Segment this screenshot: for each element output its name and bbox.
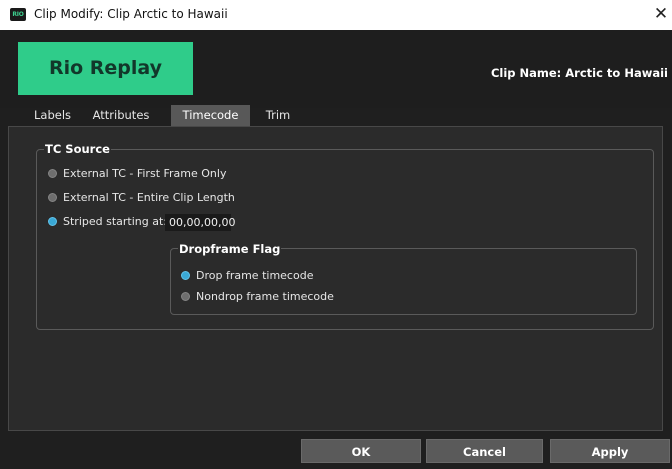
window-title: Clip Modify: Clip Arctic to Hawaii: [34, 7, 228, 21]
radio-button-icon[interactable]: [48, 193, 57, 202]
tc-source-legend: TC Source: [44, 142, 111, 156]
radio-button-icon[interactable]: [48, 217, 57, 226]
radio-external-entire-clip[interactable]: External TC - Entire Clip Length: [48, 191, 235, 204]
apply-button[interactable]: Apply: [550, 439, 670, 463]
radio-label: External TC - First Frame Only: [63, 167, 227, 180]
timecode-panel: TC Source External TC - First Frame Only…: [8, 126, 663, 431]
dropframe-flag-legend: Dropframe Flag: [178, 242, 282, 256]
radio-button-icon[interactable]: [48, 169, 57, 178]
radio-drop-frame[interactable]: Drop frame timecode: [181, 269, 313, 282]
radio-striped-starting-at[interactable]: Striped starting at:: [48, 215, 167, 228]
cancel-button[interactable]: Cancel: [426, 439, 543, 463]
radio-nondrop-frame[interactable]: Nondrop frame timecode: [181, 290, 334, 303]
radio-button-icon[interactable]: [181, 292, 190, 301]
radio-label: Nondrop frame timecode: [196, 290, 334, 303]
ok-button[interactable]: OK: [301, 439, 421, 463]
radio-label: Striped starting at:: [63, 215, 167, 228]
radio-label: External TC - Entire Clip Length: [63, 191, 235, 204]
tab-labels[interactable]: Labels: [34, 105, 71, 126]
radio-label: Drop frame timecode: [196, 269, 314, 282]
rio-replay-logo: Rio Replay: [18, 42, 193, 95]
close-icon[interactable]: ✕: [650, 4, 672, 24]
radio-external-first-frame[interactable]: External TC - First Frame Only: [48, 167, 226, 180]
clip-name-label: Clip Name: Arctic to Hawaii: [490, 66, 668, 80]
radio-button-icon[interactable]: [181, 271, 190, 280]
tab-attributes[interactable]: Attributes: [84, 105, 158, 126]
start-timecode-input[interactable]: 00,00,00,00: [165, 214, 235, 231]
tab-timecode[interactable]: Timecode: [171, 105, 250, 126]
app-icon: RIO: [10, 8, 26, 21]
tab-trim[interactable]: Trim: [259, 105, 297, 126]
